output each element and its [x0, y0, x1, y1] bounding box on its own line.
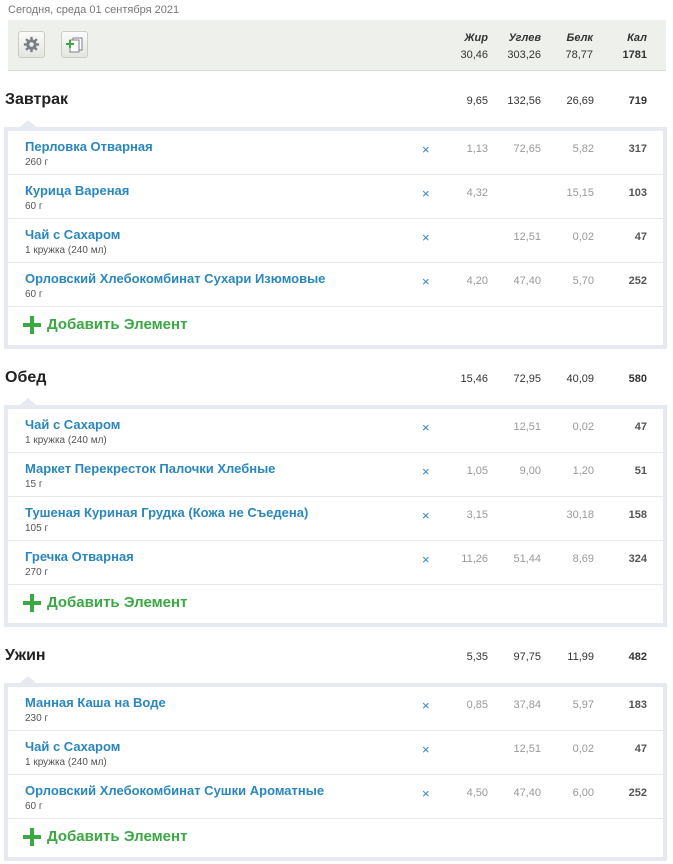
meal-items-panel: Чай с Сахаром 1 кружка (240 мл) × 12,51 0,02… [4, 398, 667, 627]
food-item-quantity: 1 кружка (240 мл) [25, 245, 107, 256]
item-cal: 324 [628, 553, 647, 565]
food-item-row: Чай с Сахаром 1 кружка (240 мл) × 12,51 0,02… [8, 731, 663, 775]
food-item-row: Орловский Хлебокомбинат Сухари Изюмовые 6… [8, 263, 663, 307]
plus-icon [23, 594, 41, 612]
food-item-link[interactable]: Тушеная Куриная Грудка (Кожа не Съедена) [25, 505, 308, 520]
meal-header: Завтрак 9,65 132,56 26,69 719 [0, 85, 673, 119]
meal-title: Завтрак [5, 91, 69, 108]
food-item-link[interactable]: Орловский Хлебокомбинат Сухари Изюмовые [25, 271, 325, 286]
daily-summary-bar: Жир Углев Белк Кал 30,46 303,26 78,77 17… [8, 20, 666, 71]
item-cal: 252 [628, 787, 647, 799]
food-item-row: Орловский Хлебокомбинат Сушки Ароматные 6… [8, 775, 663, 819]
add-copy-icon [65, 36, 84, 54]
meal-items-panel: Перловка Отварная 260 г × 1,13 72,65 5,82 317 К… [4, 120, 667, 349]
food-item-quantity: 270 г [25, 567, 49, 578]
food-item-link[interactable]: Чай с Сахаром [25, 227, 120, 242]
food-item-quantity: 105 г [25, 523, 49, 534]
delete-item-button[interactable]: × [422, 742, 430, 757]
plus-icon [23, 828, 41, 846]
meal-header: Ужин 5,35 97,75 11,99 482 [0, 641, 673, 675]
item-cal: 317 [628, 143, 647, 155]
food-item-link[interactable]: Чай с Сахаром [25, 417, 120, 432]
food-item-quantity: 260 г [25, 157, 49, 168]
plus-icon [23, 316, 41, 334]
food-item-link[interactable]: Маркет Перекресток Палочки Хлебные [25, 461, 275, 476]
food-item-quantity: 60 г [25, 289, 43, 300]
add-copy-button[interactable] [61, 31, 88, 58]
add-item-button[interactable]: Добавить Элемент [8, 819, 663, 857]
food-item-quantity: 230 г [25, 713, 49, 724]
food-item-quantity: 15 г [25, 479, 43, 490]
meal-title: Ужин [5, 647, 46, 664]
add-item-button[interactable]: Добавить Элемент [8, 585, 663, 623]
food-item-quantity: 1 кружка (240 мл) [25, 435, 107, 446]
settings-button[interactable] [18, 31, 45, 58]
delete-item-button[interactable]: × [422, 230, 430, 245]
calories-header: Кал [627, 32, 647, 44]
add-item-button[interactable]: Добавить Элемент [8, 307, 663, 345]
item-cal: 158 [628, 509, 647, 521]
food-item-row: Чай с Сахаром 1 кружка (240 мл) × 12,51 0,02… [8, 219, 663, 263]
food-item-link[interactable]: Манная Каша на Воде [25, 695, 166, 710]
meal-cal: 580 [628, 373, 647, 385]
meal-cal: 719 [628, 95, 647, 107]
food-item-link[interactable]: Орловский Хлебокомбинат Сушки Ароматные [25, 783, 324, 798]
add-item-label: Добавить Элемент [47, 316, 188, 333]
delete-item-button[interactable]: × [422, 420, 430, 435]
item-cal: 103 [628, 187, 647, 199]
food-item-row: Чай с Сахаром 1 кружка (240 мл) × 12,51 0,02… [8, 409, 663, 453]
food-item-row: Маркет Перекресток Палочки Хлебные 15 г × 1… [8, 453, 663, 497]
food-item-row: Тушеная Куриная Грудка (Кожа не Съедена)… [8, 497, 663, 541]
food-item-quantity: 60 г [25, 801, 43, 812]
meal-title: Обед [5, 369, 47, 386]
meal-cal: 482 [628, 651, 647, 663]
item-cal: 47 [634, 421, 647, 433]
meal-items-panel: Манная Каша на Воде 230 г × 0,85 37,84 5,97 18… [4, 676, 667, 861]
food-item-row: Манная Каша на Воде 230 г × 0,85 37,84 5,97 18… [8, 687, 663, 731]
food-item-row: Гречка Отварная 270 г × 11,26 51,44 8,69 324 [8, 541, 663, 585]
food-item-link[interactable]: Чай с Сахаром [25, 739, 120, 754]
item-cal: 47 [634, 743, 647, 755]
item-cal: 252 [628, 275, 647, 287]
food-item-row: Курица Вареная 60 г × 4,32 15,15 103 [8, 175, 663, 219]
total-calories: 1781 [622, 49, 647, 61]
food-item-row: Перловка Отварная 260 г × 1,13 72,65 5,82 317 [8, 131, 663, 175]
food-item-quantity: 60 г [25, 201, 43, 212]
food-item-link[interactable]: Гречка Отварная [25, 549, 134, 564]
item-cal: 47 [634, 231, 647, 243]
item-cal: 183 [628, 699, 647, 711]
add-item-label: Добавить Элемент [47, 594, 188, 611]
food-item-link[interactable]: Перловка Отварная [25, 139, 153, 154]
item-cal: 51 [634, 465, 647, 477]
item-fat: 4,32 [466, 187, 488, 199]
date-label: Сегодня, среда 01 сентября 2021 [8, 4, 180, 16]
food-item-link[interactable]: Курица Вареная [25, 183, 129, 198]
meal-header: Обед 15,46 72,95 40,09 580 [0, 363, 673, 397]
item-fat: 3,15 [466, 509, 488, 521]
gear-icon [23, 36, 40, 53]
add-item-label: Добавить Элемент [47, 828, 188, 845]
food-item-quantity: 1 кружка (240 мл) [25, 757, 107, 768]
